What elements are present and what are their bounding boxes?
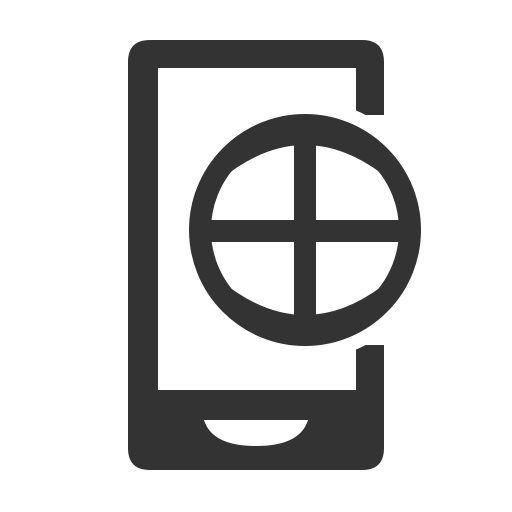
globe-icon	[189, 114, 421, 346]
smartphone-icon	[128, 40, 435, 470]
globe-meridian	[294, 125, 316, 335]
icon-canvas	[0, 0, 512, 512]
mobile-web-icon	[128, 40, 435, 470]
